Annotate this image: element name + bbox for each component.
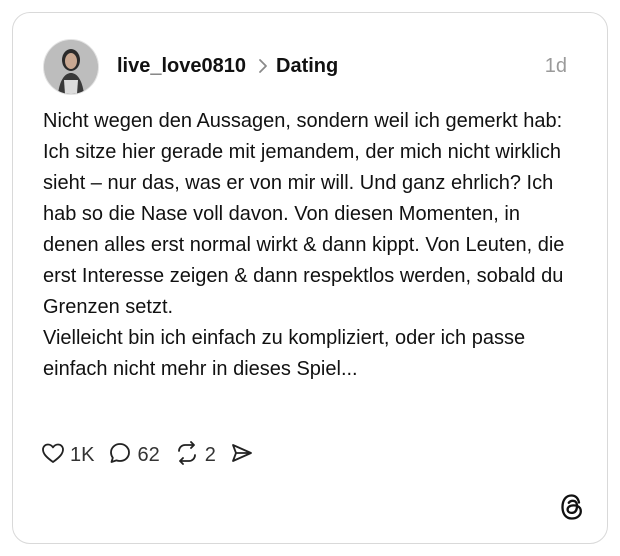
repost-count: 2 [204,444,216,466]
repost-button[interactable]: 2 [174,441,216,470]
threads-logo-icon [559,493,585,526]
post-card: live_love0810 Dating 1d Nicht wegen den … [12,12,608,544]
reply-button[interactable]: 62 [108,441,160,470]
heart-icon [41,442,65,469]
action-bar: 1K 62 2 [41,441,268,470]
topic-tag[interactable]: Dating [276,55,338,78]
avatar[interactable] [43,39,99,95]
comment-icon [108,441,132,470]
chevron-right-icon [258,58,268,74]
repost-icon [174,441,200,470]
share-icon [230,441,254,470]
post-timestamp: 1d [544,54,567,77]
post-text: Nicht wegen den Aussagen, sondern weil i… [43,110,565,380]
share-button[interactable] [230,441,254,470]
reply-count: 62 [137,444,160,466]
like-button[interactable]: 1K [41,442,94,469]
post-header: live_love0810 Dating 1d [117,53,567,79]
like-count: 1K [70,444,95,466]
username[interactable]: live_love0810 [117,55,246,78]
